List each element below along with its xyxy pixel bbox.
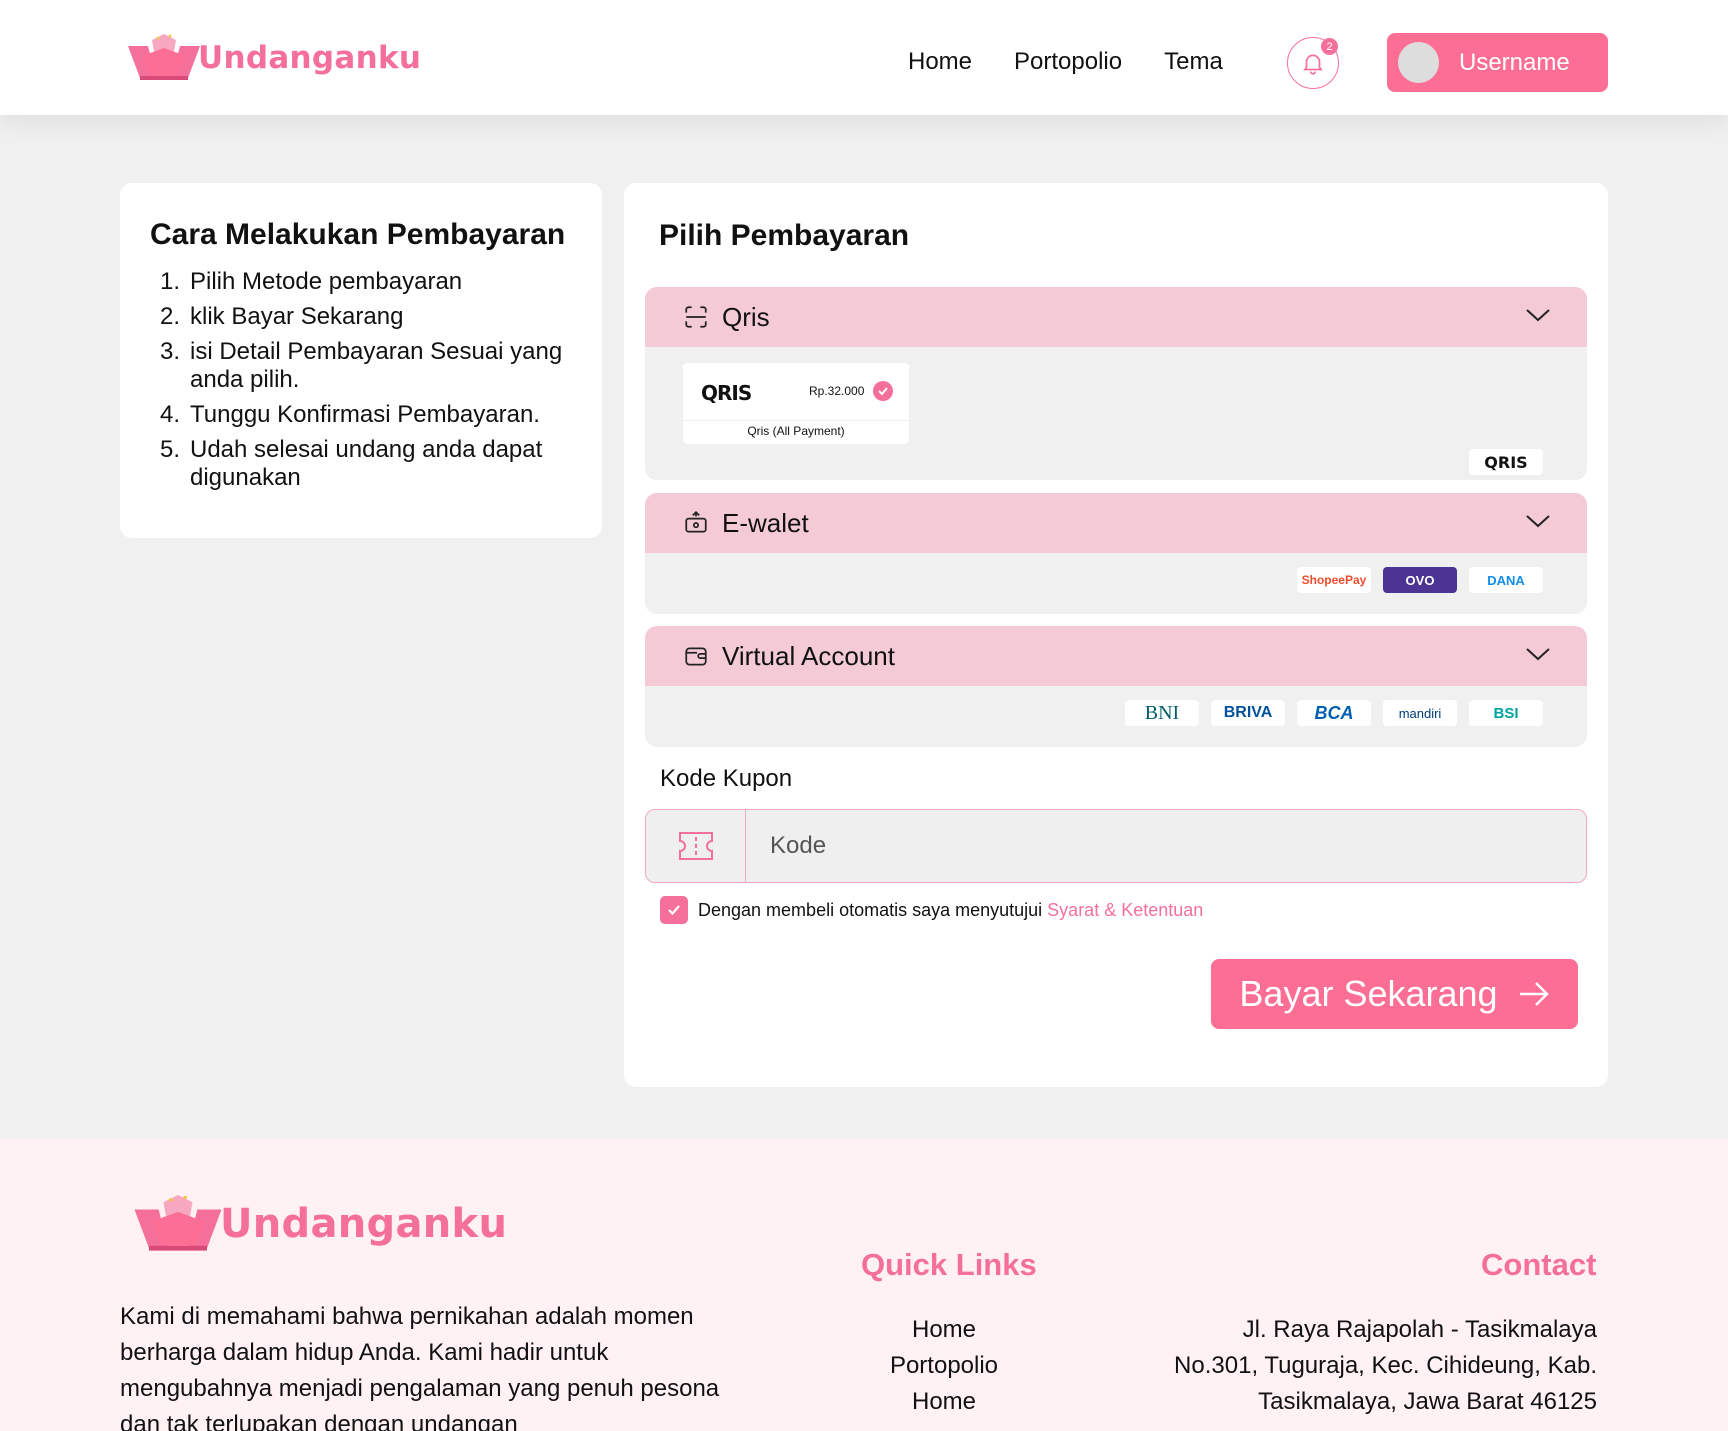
mandiri-logo[interactable]: mandiri xyxy=(1383,700,1457,726)
address-line: Jl. Raya Rajapolah - Tasikmalaya xyxy=(1242,1316,1597,1343)
payment-instructions-card: Cara Melakukan Pembayaran 1. Pilih Metode… xyxy=(120,183,602,538)
accordion-label: Qris xyxy=(722,301,770,332)
terms-checkbox[interactable] xyxy=(660,896,688,924)
coupon-input[interactable] xyxy=(746,810,1586,882)
pay-now-label: Bayar Sekarang xyxy=(1239,973,1498,1014)
footer-brand-logo[interactable]: Undanganku xyxy=(132,1195,507,1253)
terms-link[interactable]: Syarat & Ketentuan xyxy=(1047,900,1203,921)
payment-card: Pilih Pembayaran Qris QRIS Rp.32.000 Qri… xyxy=(624,183,1608,1087)
footer: Undanganku Kami di memahami bahwa pernik… xyxy=(0,1139,1728,1431)
list-item: 1. Pilih Metode pembayaran xyxy=(160,268,463,295)
accordion-virtual-account: Virtual Account BNI BRIVA BCA mandiri BS… xyxy=(645,626,1587,747)
username-label: Username xyxy=(1459,48,1570,76)
pay-now-button[interactable]: Bayar Sekarang xyxy=(1211,959,1578,1029)
nav-portopolio[interactable]: Portopolio xyxy=(1014,48,1122,76)
bsi-logo[interactable]: BSI xyxy=(1469,700,1543,726)
ovo-logo[interactable]: OVO xyxy=(1383,567,1457,593)
accordion-header-ewallet[interactable]: E-walet xyxy=(645,493,1587,553)
quick-links-title: Quick Links xyxy=(861,1247,1037,1282)
list-item: 5. Udah selesai undang anda dapat digunak… xyxy=(160,436,543,491)
instructions-list: 1. Pilih Metode pembayaran 2. klik Bayar S… xyxy=(150,268,572,492)
accordion-qris: Qris QRIS Rp.32.000 Qris (All Payment) Q… xyxy=(645,287,1587,480)
chevron-down-icon[interactable] xyxy=(1525,644,1551,664)
avatar xyxy=(1398,42,1439,83)
chevron-down-icon[interactable] xyxy=(1525,305,1551,325)
check-icon xyxy=(873,381,893,401)
list-item: 4. Tunggu Konfirmasi Pembayaran. xyxy=(160,401,540,428)
qris-option-card[interactable]: QRIS Rp.32.000 Qris (All Payment) xyxy=(683,363,909,444)
address-line: No.301, Tuguraja, Kec. Cihideung, Kab. xyxy=(1174,1352,1597,1379)
footer-link-home[interactable]: Home xyxy=(820,1312,1068,1348)
terms-agreement: Dengan membeli otomatis saya menyutujui … xyxy=(660,896,1203,924)
shopeepay-logo[interactable]: ShopeePay xyxy=(1297,567,1371,593)
brand-name: Undanganku xyxy=(198,40,422,76)
footer-brand-name: Undanganku xyxy=(220,1201,508,1247)
contact-title: Contact xyxy=(1481,1247,1597,1282)
lotus-logo-icon xyxy=(134,1195,222,1251)
accordion-ewallet: E-walet ShopeePay OVO DANA xyxy=(645,493,1587,614)
accordion-header-va[interactable]: Virtual Account xyxy=(645,626,1587,686)
terms-text: Dengan membeli otomatis saya menyutujui xyxy=(698,899,1043,920)
quick-links-list: Home Portopolio Home xyxy=(820,1312,1068,1420)
qris-badge: QRIS xyxy=(1469,449,1543,475)
footer-link-home-2[interactable]: Home xyxy=(820,1384,1068,1420)
footer-link-portopolio[interactable]: Portopolio xyxy=(820,1348,1068,1384)
ticket-icon xyxy=(646,810,746,882)
address-line: Tasikmalaya, Jawa Barat 46125 xyxy=(1258,1388,1597,1415)
bca-logo[interactable]: BCA xyxy=(1297,700,1371,726)
arrow-right-icon xyxy=(1519,982,1549,1006)
accordion-label: Virtual Account xyxy=(722,640,895,671)
coupon-label: Kode Kupon xyxy=(660,765,793,792)
dana-logo[interactable]: DANA xyxy=(1469,567,1543,593)
nav-home[interactable]: Home xyxy=(908,48,972,76)
bni-logo[interactable]: BNI xyxy=(1125,700,1199,726)
footer-description: Kami di memahami bahwa pernikahan adalah… xyxy=(120,1303,720,1431)
accordion-header-qris[interactable]: Qris xyxy=(645,287,1587,347)
brand-logo[interactable]: Undanganku xyxy=(126,34,421,82)
qris-option-label: Qris (All Payment) xyxy=(747,424,845,438)
divider xyxy=(683,420,909,421)
bell-icon xyxy=(1303,54,1323,75)
qris-price: Rp.32.000 xyxy=(809,384,865,398)
lotus-logo-icon xyxy=(128,34,200,80)
notification-badge: 2 xyxy=(1321,38,1338,55)
instructions-title: Cara Melakukan Pembayaran xyxy=(150,218,566,251)
contact-address: Jl. Raya Rajapolah - Tasikmalaya No.301,… xyxy=(1130,1312,1597,1420)
accordion-label: E-walet xyxy=(722,507,809,538)
briva-logo[interactable]: BRIVA xyxy=(1211,700,1285,726)
scan-icon xyxy=(683,303,711,331)
notification-button[interactable]: 2 xyxy=(1287,37,1339,89)
list-item: 3. isi Detail Pembayaran Sesuai yang anda… xyxy=(160,338,563,393)
card-wallet-icon xyxy=(683,642,711,670)
chevron-down-icon[interactable] xyxy=(1525,511,1551,531)
main-nav: Home Portopolio Tema xyxy=(908,48,1223,76)
top-navbar: Undanganku Home Portopolio Tema 2 Userna… xyxy=(0,0,1728,115)
list-item: 2. klik Bayar Sekarang xyxy=(160,303,404,330)
user-menu-button[interactable]: Username xyxy=(1387,33,1608,92)
qris-logo: QRIS xyxy=(701,381,752,405)
payment-title: Pilih Pembayaran xyxy=(659,219,910,252)
coupon-field xyxy=(645,809,1587,883)
nav-tema[interactable]: Tema xyxy=(1164,48,1223,76)
wallet-icon xyxy=(683,509,711,537)
